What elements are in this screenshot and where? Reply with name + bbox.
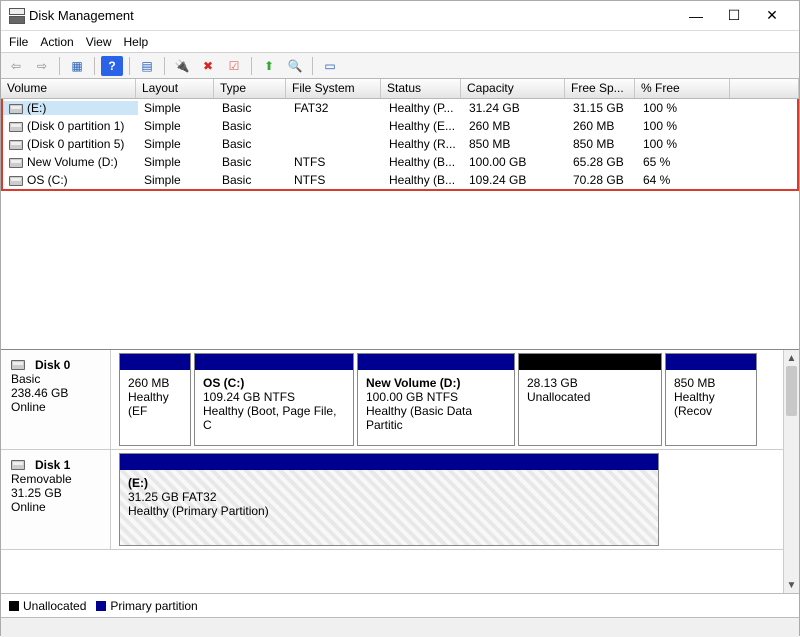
partition[interactable]: 850 MBHealthy (Recov	[665, 353, 757, 446]
drive-icon	[9, 158, 23, 168]
forward-icon[interactable]: ⇨	[31, 56, 53, 76]
menubar: File Action View Help	[1, 31, 799, 53]
disk-label[interactable]: Disk 1Removable31.25 GBOnline	[1, 450, 111, 549]
menu-file[interactable]: File	[9, 35, 28, 49]
volume-row[interactable]: OS (C:)SimpleBasicNTFSHealthy (B...109.2…	[3, 171, 797, 189]
scroll-up-icon[interactable]: ▲	[784, 350, 799, 366]
menu-help[interactable]: Help	[124, 35, 149, 49]
volume-header-row: Volume Layout Type File System Status Ca…	[1, 79, 799, 99]
col-pad	[730, 79, 799, 98]
help-icon[interactable]: ?	[101, 56, 123, 76]
delete-icon[interactable]: ✖	[197, 56, 219, 76]
graphical-pane: Disk 0Basic238.46 GBOnline260 MBHealthy …	[1, 349, 799, 593]
toolbar: ⇦ ⇨ ▦ ? ▤ 🔌 ✖ ☑ ⬆ 🔍 ▭	[1, 53, 799, 79]
layout-icon[interactable]: ▭	[319, 56, 341, 76]
col-capacity[interactable]: Capacity	[461, 79, 565, 98]
statusbar	[1, 617, 799, 637]
legend-primary: Primary partition	[110, 599, 197, 613]
disk-icon	[11, 460, 25, 470]
col-type[interactable]: Type	[214, 79, 286, 98]
col-pct[interactable]: % Free	[635, 79, 730, 98]
volume-row[interactable]: (Disk 0 partition 5)SimpleBasicHealthy (…	[3, 135, 797, 153]
col-layout[interactable]: Layout	[136, 79, 214, 98]
rescan-disks-icon[interactable]: 🔌	[171, 56, 193, 76]
volume-row[interactable]: (E:)SimpleBasicFAT32Healthy (P...31.24 G…	[3, 99, 797, 117]
legend-unallocated: Unallocated	[23, 599, 86, 613]
legend-swatch-primary	[96, 601, 106, 611]
minimize-button[interactable]: —	[677, 2, 715, 30]
show-both-icon[interactable]: ▤	[136, 56, 158, 76]
col-free[interactable]: Free Sp...	[565, 79, 635, 98]
col-status[interactable]: Status	[381, 79, 461, 98]
volume-row[interactable]: New Volume (D:)SimpleBasicNTFSHealthy (B…	[3, 153, 797, 171]
menu-action[interactable]: Action	[40, 35, 73, 49]
scroll-down-icon[interactable]: ▼	[784, 577, 799, 593]
close-button[interactable]: ✕	[753, 2, 791, 30]
check-icon[interactable]: ☑	[223, 56, 245, 76]
partition[interactable]: 260 MBHealthy (EF	[119, 353, 191, 446]
vertical-scrollbar[interactable]: ▲ ▼	[783, 350, 799, 593]
partition[interactable]: (E:)31.25 GB FAT32Healthy (Primary Parti…	[119, 453, 659, 546]
disk-label[interactable]: Disk 0Basic238.46 GBOnline	[1, 350, 111, 449]
scrollbar-thumb[interactable]	[786, 366, 797, 416]
window-title: Disk Management	[25, 8, 677, 23]
disk-icon	[11, 360, 25, 370]
partition[interactable]: 28.13 GBUnallocated	[518, 353, 662, 446]
drive-icon	[9, 122, 23, 132]
drive-icon	[9, 176, 23, 186]
legend: Unallocated Primary partition	[1, 593, 799, 617]
volume-list-pane: Volume Layout Type File System Status Ca…	[1, 79, 799, 349]
volume-list-body: (E:)SimpleBasicFAT32Healthy (P...31.24 G…	[1, 99, 799, 191]
drive-icon	[9, 104, 23, 114]
disk-row: Disk 1Removable31.25 GBOnline(E:)31.25 G…	[1, 450, 799, 550]
search-icon[interactable]: 🔍	[284, 56, 306, 76]
partition[interactable]: New Volume (D:)100.00 GB NTFSHealthy (Ba…	[357, 353, 515, 446]
back-icon[interactable]: ⇦	[5, 56, 27, 76]
disk-row: Disk 0Basic238.46 GBOnline260 MBHealthy …	[1, 350, 799, 450]
app-icon	[9, 8, 25, 24]
legend-swatch-unallocated	[9, 601, 19, 611]
volume-row[interactable]: (Disk 0 partition 1)SimpleBasicHealthy (…	[3, 117, 797, 135]
show-table-icon[interactable]: ▦	[66, 56, 88, 76]
col-volume[interactable]: Volume	[1, 79, 136, 98]
up-arrow-icon[interactable]: ⬆	[258, 56, 280, 76]
col-fs[interactable]: File System	[286, 79, 381, 98]
maximize-button[interactable]: ☐	[715, 2, 753, 30]
menu-view[interactable]: View	[86, 35, 112, 49]
drive-icon	[9, 140, 23, 150]
titlebar: Disk Management — ☐ ✕	[1, 1, 799, 31]
partition[interactable]: OS (C:)109.24 GB NTFSHealthy (Boot, Page…	[194, 353, 354, 446]
